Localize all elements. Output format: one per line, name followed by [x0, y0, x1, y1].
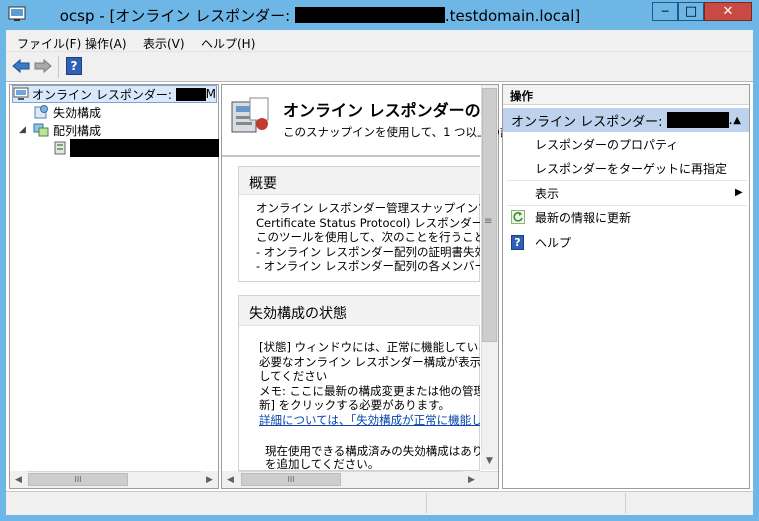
array-config-icon — [33, 122, 49, 138]
redacted-block — [294, 7, 445, 23]
submenu-arrow-icon: ▶ — [735, 187, 743, 198]
action-retarget-responder[interactable]: レスポンダーをターゲットに再指定 — [535, 156, 727, 180]
main-vscroll-thumb[interactable] — [482, 88, 497, 342]
details-link[interactable]: 詳細については、「失効構成が正常に機能してい — [259, 413, 480, 428]
revocation-note: 現在使用できる構成済みの失効構成はありま を追加してください。 — [265, 445, 480, 471]
redacted-block — [666, 112, 729, 128]
collapse-icon[interactable]: ▲ — [733, 115, 741, 126]
scroll-grip-icon: ≡ — [484, 216, 493, 227]
maximize-button[interactable]: □ — [678, 2, 704, 21]
server-icon — [53, 140, 69, 156]
tree-item-array[interactable]: 配列構成 — [33, 121, 101, 139]
redacted-block — [175, 87, 206, 101]
action-refresh[interactable]: 最新の情報に更新 — [535, 205, 631, 229]
forward-arrow-icon[interactable] — [34, 58, 52, 74]
responder-large-icon — [228, 94, 272, 138]
minimize-button[interactable]: ─ — [652, 2, 678, 21]
scroll-left-button[interactable]: ◀ — [222, 471, 239, 488]
scroll-right-button[interactable]: ▶ — [201, 471, 218, 488]
action-help[interactable]: ヘルプ — [535, 230, 571, 254]
overview-text: オンライン レスポンダー管理スナップインでは、1 つ Certificate S… — [256, 201, 480, 273]
revocation-config-icon — [33, 104, 49, 120]
menu-action[interactable]: 操作(A) — [85, 35, 127, 52]
scroll-down-button[interactable]: ▼ — [481, 452, 498, 469]
help-icon: ? — [511, 235, 524, 250]
tree-item-revocation[interactable]: 失効構成 — [33, 103, 101, 121]
scroll-left-button[interactable]: ◀ — [10, 471, 27, 488]
responder-icon — [13, 87, 29, 101]
overview-title: 概要 — [249, 176, 277, 192]
tree-hscroll-thumb[interactable]: III — [28, 473, 128, 486]
menu-help[interactable]: ヘルプ(H) — [201, 35, 255, 52]
action-view[interactable]: 表示 — [535, 181, 559, 205]
scroll-right-button[interactable]: ▶ — [463, 471, 480, 488]
window-title: ocsp - [オンライン レスポンダー: .testdomain.local] — [59, 7, 581, 25]
tree-item-array-member[interactable] — [53, 139, 219, 157]
status-bar — [6, 491, 753, 515]
status-divider — [426, 493, 427, 513]
help-icon[interactable]: ? — [66, 57, 82, 75]
main-heading: オンライン レスポンダーの概 — [283, 101, 497, 120]
toolbar-separator — [58, 56, 59, 78]
redacted-block — [70, 139, 219, 157]
revocation-text: [状態] ウィンドウには、正常に機能しているオン 必要なオンライン レスポンダー… — [259, 340, 480, 427]
action-responder-properties[interactable]: レスポンダーのプロパティ — [535, 132, 678, 156]
menu-view[interactable]: 表示(V) — [143, 35, 185, 52]
main-hscroll-thumb[interactable]: III — [241, 473, 341, 486]
revocation-title: 失効構成の状態 — [249, 306, 347, 322]
refresh-icon — [511, 210, 525, 224]
back-arrow-icon[interactable] — [12, 58, 30, 74]
toolbar — [6, 52, 753, 82]
actions-section-header[interactable]: オンライン レスポンダー: .. ▲ — [503, 108, 749, 132]
actions-title: 操作 — [510, 89, 533, 103]
tree-expand-icon[interactable]: ◢ — [19, 125, 26, 135]
actions-header — [503, 85, 749, 105]
status-divider — [625, 493, 626, 513]
close-button[interactable]: ✕ — [704, 2, 752, 21]
menu-file[interactable]: ファイル(F) — [17, 35, 81, 52]
tree-root[interactable]: オンライン レスポンダー: M — [12, 85, 217, 103]
